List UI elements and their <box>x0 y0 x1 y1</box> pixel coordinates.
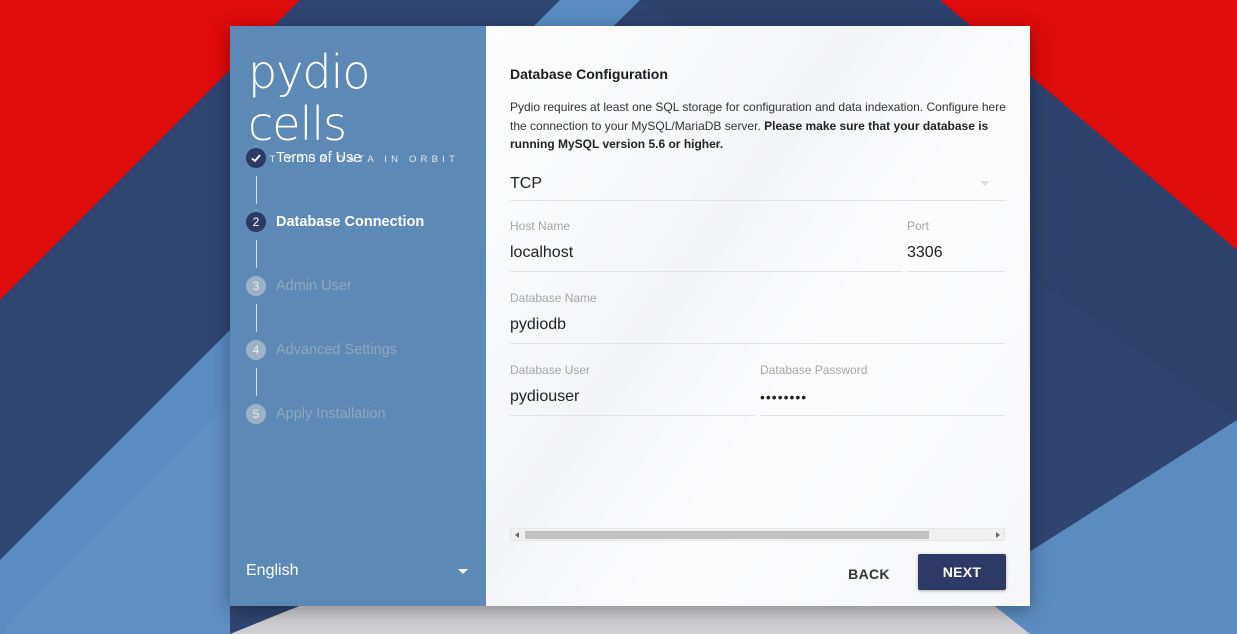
language-value: English <box>246 562 299 579</box>
horizontal-scrollbar[interactable] <box>510 528 1005 541</box>
step-database-connection[interactable]: 2 Database Connection <box>246 210 476 274</box>
language-select[interactable]: English <box>246 562 468 580</box>
port-input[interactable]: 3306 <box>907 241 1005 272</box>
connection-type-select[interactable]: TCP <box>510 168 1006 201</box>
step-terms-of-use[interactable]: Terms of Use <box>246 146 476 210</box>
step-label: Apply Installation <box>276 406 386 422</box>
database-password-input[interactable]: •••••••• <box>760 385 1005 416</box>
host-name-input[interactable]: localhost <box>510 241 902 272</box>
step-connector <box>256 368 257 396</box>
step-label: Admin User <box>276 278 352 294</box>
connection-type-value: TCP <box>510 174 542 192</box>
scroll-right-icon[interactable] <box>996 532 1000 538</box>
step-number: 3 <box>246 276 266 296</box>
step-connector <box>256 304 257 332</box>
database-name-label: Database Name <box>510 291 597 305</box>
back-button[interactable]: BACK <box>838 556 900 592</box>
database-password-field[interactable]: Database Password •••••••• <box>760 363 1005 416</box>
step-connector <box>256 176 257 204</box>
scroll-thumb[interactable] <box>525 531 929 539</box>
step-label: Advanced Settings <box>276 342 397 358</box>
step-admin-user: 3 Admin User <box>246 274 476 338</box>
step-connector <box>256 240 257 268</box>
port-label: Port <box>907 219 930 233</box>
database-password-label: Database Password <box>760 363 868 377</box>
step-advanced-settings: 4 Advanced Settings <box>246 338 476 402</box>
port-field[interactable]: Port 3306 <box>907 219 1005 272</box>
check-icon <box>246 148 266 168</box>
caret-down-icon <box>458 568 468 574</box>
next-button[interactable]: NEXT <box>918 554 1006 590</box>
database-user-label: Database User <box>510 363 591 377</box>
step-label: Terms of Use <box>276 150 362 166</box>
stepper: Terms of Use 2 Database Connection 3 Adm… <box>246 146 476 466</box>
logo-wordmark: pydio cells <box>248 45 371 151</box>
database-user-input[interactable]: pydiouser <box>510 385 755 416</box>
step-number: 2 <box>246 212 266 232</box>
database-name-field[interactable]: Database Name pydiodb <box>510 291 1005 344</box>
caret-down-icon <box>980 181 990 186</box>
form-description: Pydio requires at least one SQL storage … <box>510 98 1006 154</box>
step-label: Database Connection <box>276 214 425 230</box>
database-config-form: Database Configuration Pydio requires at… <box>510 66 1006 201</box>
form-title: Database Configuration <box>510 66 668 82</box>
step-apply-installation: 5 Apply Installation <box>246 402 476 466</box>
step-number: 4 <box>246 340 266 360</box>
setup-dialog: pydio cells PUT YOUR DATA IN ORBIT Terms… <box>230 26 1030 606</box>
scroll-left-icon[interactable] <box>515 532 519 538</box>
database-name-input[interactable]: pydiodb <box>510 313 1005 344</box>
form-panel: Database Configuration Pydio requires at… <box>486 26 1030 606</box>
step-number: 5 <box>246 404 266 424</box>
wizard-sidebar: pydio cells PUT YOUR DATA IN ORBIT Terms… <box>230 26 486 606</box>
database-user-field[interactable]: Database User pydiouser <box>510 363 755 416</box>
host-name-field[interactable]: Host Name localhost <box>510 219 902 272</box>
host-name-label: Host Name <box>510 219 571 233</box>
